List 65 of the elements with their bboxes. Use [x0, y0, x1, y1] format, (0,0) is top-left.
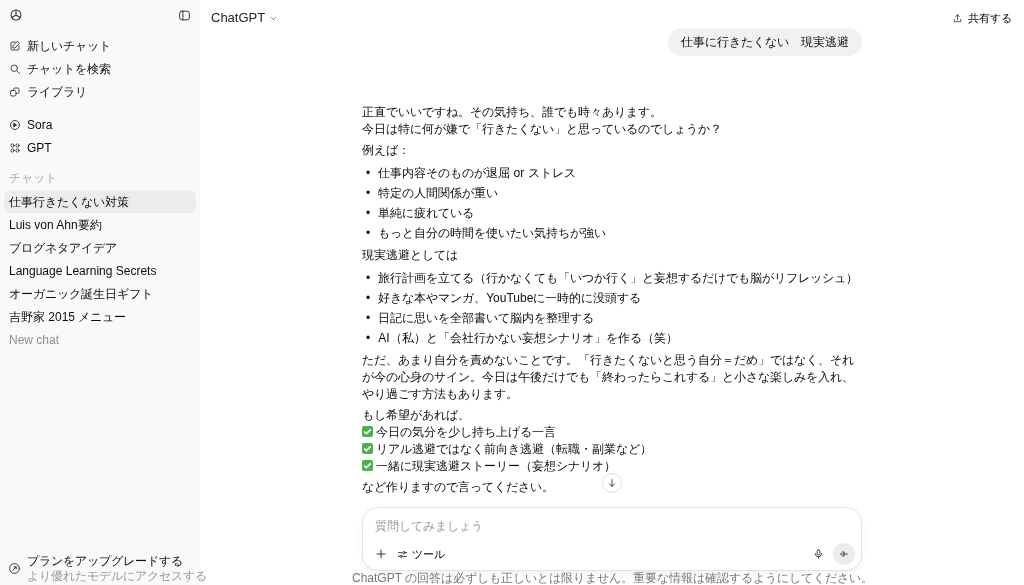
- sidebar-item[interactable]: チャットを検索: [4, 57, 196, 80]
- list-item: 仕事内容そのものが退屈 or ストレス: [378, 164, 576, 182]
- paragraph: 正直でいいですね。その気持ち、誰でも時々あります。 今日は特に何が嫌で「行きたくない」と思っているのでしょうか？: [362, 104, 722, 138]
- chat-item[interactable]: 仕事行きたくない対策: [4, 190, 196, 213]
- plus-icon: [375, 548, 387, 560]
- sidebar-item[interactable]: 新しいチャット: [4, 34, 196, 57]
- list-item: 特定の人間関係が重い: [378, 184, 499, 202]
- bullet: •: [366, 204, 371, 222]
- tools-button[interactable]: ツール: [397, 547, 445, 562]
- model-selector[interactable]: ChatGPT: [211, 8, 279, 28]
- upgrade-subtitle: より優れたモデルにアクセスする: [27, 569, 207, 583]
- user-message: 仕事に行きたくない 現実逃避: [668, 28, 862, 56]
- bullet: •: [366, 184, 371, 202]
- scroll-down-button[interactable]: [602, 473, 622, 493]
- share-icon: [952, 12, 963, 24]
- sidebar-item[interactable]: GPT: [4, 136, 196, 159]
- search-icon: [9, 62, 21, 75]
- sidebar-item[interactable]: ライブラリ: [4, 80, 196, 103]
- paragraph: など作りますので言ってください。: [362, 479, 554, 496]
- checkmark-icon: [362, 443, 373, 454]
- add-button[interactable]: [374, 547, 388, 561]
- checklist-item: 一緒に現実逃避ストーリー（妄想シナリオ）: [376, 459, 616, 473]
- paragraph: 現実逃避としては: [362, 247, 458, 264]
- list-item: 日記に思いを全部書いて脳内を整理する: [378, 309, 595, 327]
- section-label: チャット: [8, 170, 58, 187]
- upgrade-icon: [8, 562, 21, 575]
- grid-circles-icon: [9, 141, 21, 154]
- checklist-item: 今日の気分を少し持ち上げる一言: [376, 425, 556, 439]
- chat-item[interactable]: オーガニック誕生日ギフト: [4, 282, 196, 305]
- upgrade-link[interactable]: プランをアップグレードする: [27, 554, 207, 569]
- waveform-icon: [839, 549, 849, 559]
- composer-field[interactable]: 質問してみましょう ツール: [362, 507, 862, 571]
- bullet: •: [366, 269, 371, 287]
- checklist-item: リアル逃避ではなく前向き逃避（転職・副業など）: [376, 442, 652, 456]
- paragraph: ただ、あまり自分を責めないことです。「行きたくないと思う自分＝だめ」ではなく、それが今の心身のサイン。今日は午後だけでも「終わったらこれする」と小さな楽しみを入れ、やり過ごす方法もあります。: [362, 352, 855, 403]
- sliders-icon: [397, 549, 408, 560]
- sidebar-item[interactable]: Sora: [4, 113, 196, 136]
- list-item: AI（私）と「会社行かない妄想シナリオ」を作る（笑）: [378, 329, 678, 347]
- voice-mode-button[interactable]: [833, 543, 855, 565]
- share-button[interactable]: 共有する: [952, 9, 1012, 27]
- list-item: 単純に疲れている: [378, 204, 475, 222]
- microphone-icon: [812, 548, 824, 560]
- play-circle-icon: [9, 118, 21, 131]
- chat-item[interactable]: ブログネタアイデア: [4, 236, 196, 259]
- chat-item[interactable]: Luis von Ahn要約: [4, 213, 196, 236]
- list-item: 旅行計画を立てる（行かなくても「いつか行く」と妄想するだけでも脳がリフレッシュ）: [378, 269, 859, 287]
- bullet: •: [366, 224, 371, 242]
- bullet: •: [366, 329, 371, 347]
- paragraph: 例えば：: [362, 142, 410, 159]
- bullet: •: [366, 164, 371, 182]
- pencil-square-icon: [9, 39, 21, 52]
- logo-icon: [9, 8, 23, 22]
- bullet: •: [366, 309, 371, 327]
- list-item: 好きな本やマンガ、YouTubeに一時的に没頭する: [378, 289, 642, 307]
- list-item: もっと自分の時間を使いたい気持ちが強い: [378, 224, 607, 242]
- stacked-squares-icon: [9, 85, 21, 98]
- bullet: •: [366, 289, 371, 307]
- chat-item[interactable]: Language Learning Secrets: [4, 259, 196, 282]
- sidebar-toggle-icon: [178, 8, 191, 22]
- checkmark-icon: [362, 460, 373, 471]
- chat-item[interactable]: 吉野家 2015 メニュー: [4, 305, 196, 328]
- paragraph: もし希望があれば、: [362, 407, 470, 424]
- arrow-down-icon: [607, 478, 617, 488]
- checkmark-icon: [362, 426, 373, 437]
- disclaimer-text: ChatGPT の回答は必ずしも正しいとは限りません。重要な情報は確認するようにしてください。: [352, 572, 872, 585]
